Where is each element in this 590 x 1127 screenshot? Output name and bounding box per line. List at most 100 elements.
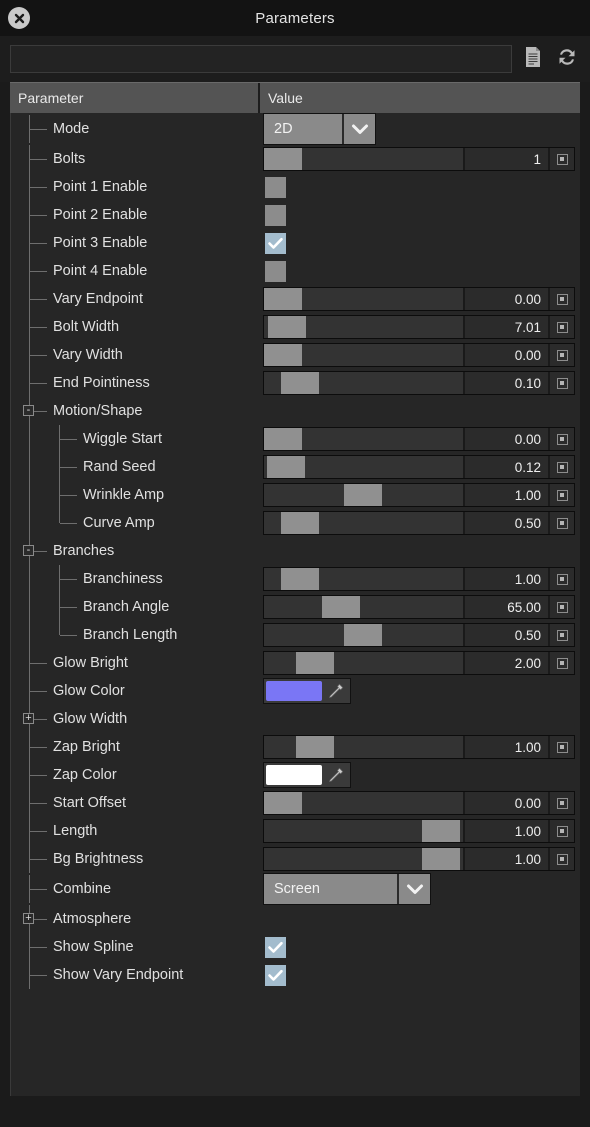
slider-rand-seed[interactable]: 0.12 bbox=[263, 455, 575, 479]
slider-branchiness[interactable]: 1.00 bbox=[263, 567, 575, 591]
checkbox-point-2-enable[interactable] bbox=[265, 204, 286, 226]
parameter-row[interactable]: Rand Seed 0.12 bbox=[11, 453, 580, 481]
parameter-row[interactable]: Bolt Width 7.01 bbox=[11, 313, 580, 341]
parameter-row[interactable]: Length 1.00 bbox=[11, 817, 580, 845]
slider-track[interactable] bbox=[264, 736, 463, 758]
keyframe-button[interactable] bbox=[548, 316, 574, 338]
keyframe-button[interactable] bbox=[548, 848, 574, 870]
parameter-row[interactable]: Combine Screen bbox=[11, 873, 580, 905]
refresh-button[interactable] bbox=[554, 44, 580, 74]
dropdown-mode[interactable]: 2D bbox=[263, 113, 376, 145]
slider-handle[interactable] bbox=[281, 512, 319, 534]
slider-handle[interactable] bbox=[264, 344, 302, 366]
dropdown-selected-value[interactable]: Screen bbox=[264, 874, 397, 904]
parameter-row[interactable]: Vary Endpoint 0.00 bbox=[11, 285, 580, 313]
parameter-row[interactable]: Bolts 1 bbox=[11, 145, 580, 173]
keyframe-button[interactable] bbox=[548, 792, 574, 814]
keyframe-button[interactable] bbox=[548, 568, 574, 590]
keyframe-button[interactable] bbox=[548, 652, 574, 674]
keyframe-button[interactable] bbox=[548, 456, 574, 478]
dropdown-combine[interactable]: Screen bbox=[263, 873, 431, 905]
slider-track[interactable] bbox=[264, 344, 463, 366]
parameter-row[interactable]: Show Spline bbox=[11, 933, 580, 961]
slider-handle[interactable] bbox=[264, 288, 302, 310]
slider-track[interactable] bbox=[264, 288, 463, 310]
slider-handle[interactable] bbox=[296, 652, 334, 674]
slider-bolts[interactable]: 1 bbox=[263, 147, 575, 171]
search-input[interactable] bbox=[10, 45, 512, 73]
parameter-row[interactable]: + Glow Width bbox=[11, 705, 580, 733]
slider-track[interactable] bbox=[264, 596, 463, 618]
collapse-toggle-icon[interactable]: - bbox=[23, 405, 34, 416]
parameter-row[interactable]: Wrinkle Amp 1.00 bbox=[11, 481, 580, 509]
slider-value-field[interactable]: 2.00 bbox=[463, 652, 548, 674]
keyframe-button[interactable] bbox=[548, 820, 574, 842]
parameter-row[interactable]: Branchiness 1.00 bbox=[11, 565, 580, 593]
slider-branch-length[interactable]: 0.50 bbox=[263, 623, 575, 647]
expand-toggle-icon[interactable]: + bbox=[23, 713, 34, 724]
slider-wrinkle-amp[interactable]: 1.00 bbox=[263, 483, 575, 507]
slider-length[interactable]: 1.00 bbox=[263, 819, 575, 843]
slider-handle[interactable] bbox=[344, 484, 382, 506]
slider-value-field[interactable]: 0.50 bbox=[463, 624, 548, 646]
parameter-row[interactable]: - Motion/Shape bbox=[11, 397, 580, 425]
checkbox-point-4-enable[interactable] bbox=[265, 260, 286, 282]
parameter-row[interactable]: Start Offset 0.00 bbox=[11, 789, 580, 817]
keyframe-button[interactable] bbox=[548, 736, 574, 758]
parameter-row[interactable]: + Atmosphere bbox=[11, 905, 580, 933]
parameter-row[interactable]: Wiggle Start 0.00 bbox=[11, 425, 580, 453]
slider-glow-bright[interactable]: 2.00 bbox=[263, 651, 575, 675]
checkbox-show-vary-endpoint[interactable] bbox=[265, 964, 286, 986]
column-header-value[interactable]: Value bbox=[260, 83, 580, 113]
slider-vary-endpoint[interactable]: 0.00 bbox=[263, 287, 575, 311]
slider-handle[interactable] bbox=[281, 372, 319, 394]
parameter-row[interactable]: End Pointiness 0.10 bbox=[11, 369, 580, 397]
slider-track[interactable] bbox=[264, 820, 463, 842]
keyframe-button[interactable] bbox=[548, 428, 574, 450]
parameter-row[interactable]: Point 3 Enable bbox=[11, 229, 580, 257]
slider-zap-bright[interactable]: 1.00 bbox=[263, 735, 575, 759]
keyframe-button[interactable] bbox=[548, 372, 574, 394]
slider-track[interactable] bbox=[264, 652, 463, 674]
parameter-row[interactable]: Zap Color bbox=[11, 761, 580, 789]
slider-handle[interactable] bbox=[422, 848, 460, 870]
parameter-row[interactable]: Branch Length 0.50 bbox=[11, 621, 580, 649]
slider-handle[interactable] bbox=[344, 624, 382, 646]
slider-bolt-width[interactable]: 7.01 bbox=[263, 315, 575, 339]
slider-track[interactable] bbox=[264, 568, 463, 590]
keyframe-button[interactable] bbox=[548, 288, 574, 310]
color-swatch[interactable] bbox=[266, 765, 322, 785]
slider-handle[interactable] bbox=[264, 428, 302, 450]
slider-value-field[interactable]: 0.10 bbox=[463, 372, 548, 394]
slider-track[interactable] bbox=[264, 512, 463, 534]
slider-track[interactable] bbox=[264, 848, 463, 870]
slider-value-field[interactable]: 0.00 bbox=[463, 288, 548, 310]
checkbox-show-spline[interactable] bbox=[265, 936, 286, 958]
parameter-row[interactable]: Bg Brightness 1.00 bbox=[11, 845, 580, 873]
slider-track[interactable] bbox=[264, 316, 463, 338]
slider-value-field[interactable]: 0.12 bbox=[463, 456, 548, 478]
slider-handle[interactable] bbox=[264, 792, 302, 814]
parameter-row[interactable]: Glow Bright 2.00 bbox=[11, 649, 580, 677]
slider-start-offset[interactable]: 0.00 bbox=[263, 791, 575, 815]
document-button[interactable] bbox=[520, 44, 546, 74]
close-button[interactable] bbox=[8, 7, 30, 29]
parameter-row[interactable]: - Branches bbox=[11, 537, 580, 565]
slider-value-field[interactable]: 0.00 bbox=[463, 792, 548, 814]
parameter-row[interactable]: Curve Amp 0.50 bbox=[11, 509, 580, 537]
slider-handle[interactable] bbox=[268, 316, 306, 338]
parameter-row[interactable]: Point 4 Enable bbox=[11, 257, 580, 285]
slider-value-field[interactable]: 1.00 bbox=[463, 820, 548, 842]
checkbox-point-1-enable[interactable] bbox=[265, 176, 286, 198]
column-header-parameter[interactable]: Parameter bbox=[10, 83, 260, 113]
slider-wiggle-start[interactable]: 0.00 bbox=[263, 427, 575, 451]
chevron-down-icon[interactable] bbox=[342, 114, 375, 144]
slider-handle[interactable] bbox=[422, 820, 460, 842]
slider-value-field[interactable]: 1.00 bbox=[463, 484, 548, 506]
parameter-row[interactable]: Glow Color bbox=[11, 677, 580, 705]
keyframe-button[interactable] bbox=[548, 624, 574, 646]
slider-track[interactable] bbox=[264, 792, 463, 814]
slider-handle[interactable] bbox=[281, 568, 319, 590]
slider-value-field[interactable]: 1.00 bbox=[463, 736, 548, 758]
keyframe-button[interactable] bbox=[548, 512, 574, 534]
